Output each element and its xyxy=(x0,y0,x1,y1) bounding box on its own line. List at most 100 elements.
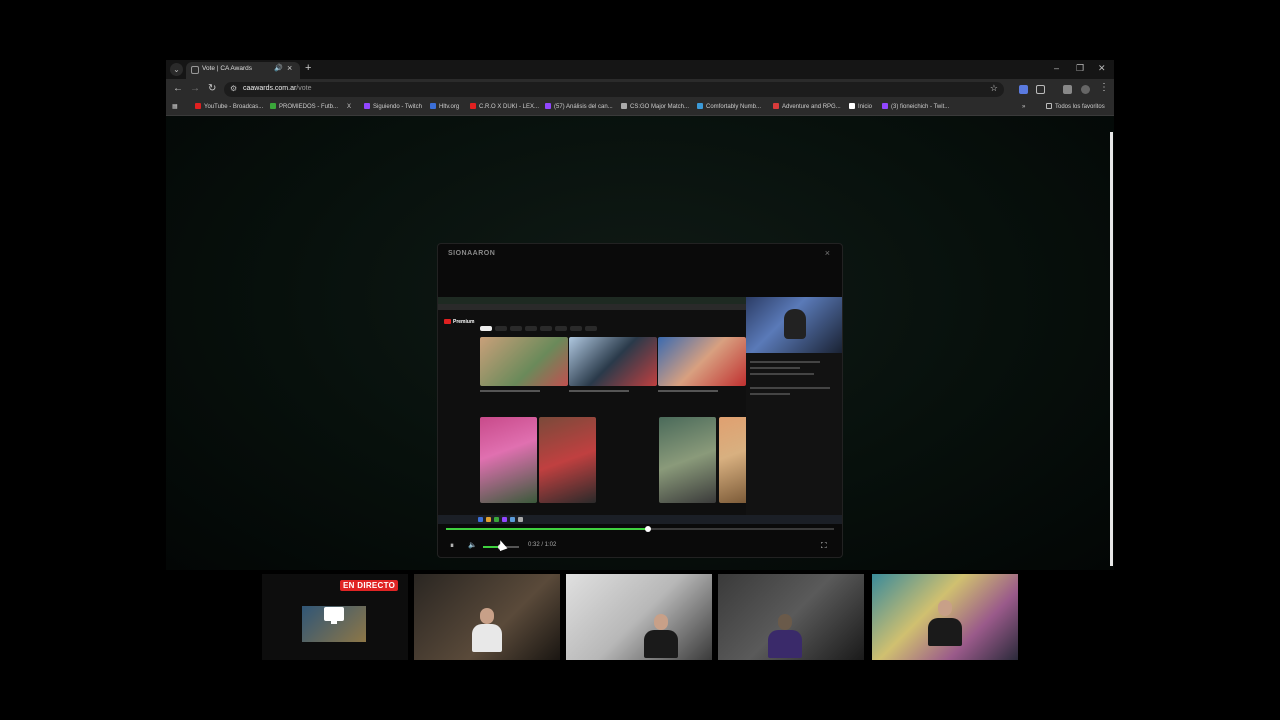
hltv-icon xyxy=(430,103,436,109)
url-path: /vote xyxy=(296,85,312,92)
chip xyxy=(540,326,552,331)
forward-icon[interactable]: → xyxy=(190,83,200,94)
folder-icon xyxy=(1046,103,1052,109)
bookmark-7[interactable]: CS:GO Major Match... xyxy=(621,102,689,113)
volume-icon[interactable]: 🔈 xyxy=(468,541,477,549)
bookmark-2[interactable]: X xyxy=(347,102,351,113)
video-meta xyxy=(480,390,540,392)
taskbar-icon xyxy=(486,517,491,522)
video-taskbar xyxy=(438,515,842,524)
chip xyxy=(510,326,522,331)
bookmark-5[interactable]: C.R.O X DUKI - LEX... xyxy=(470,102,539,113)
bookmark-8[interactable]: Comfortably Numb... xyxy=(697,102,761,113)
chat-line xyxy=(750,367,800,369)
chip xyxy=(495,326,507,331)
short-thumbnail xyxy=(480,417,537,503)
chat-line xyxy=(750,361,820,363)
csgo-icon xyxy=(621,103,627,109)
menu-icon[interactable]: ⋮ xyxy=(1099,82,1109,93)
fullscreen-icon[interactable]: ⛶ xyxy=(821,541,827,551)
video-thumbnail xyxy=(658,337,746,386)
seek-bar[interactable] xyxy=(446,526,834,532)
streamer-figure xyxy=(784,309,806,339)
video-youtube-page: Premium xyxy=(438,310,776,515)
chat-line xyxy=(750,393,790,395)
chat-line xyxy=(750,373,814,375)
seek-bar-handle[interactable] xyxy=(644,526,651,532)
taskbar-icon xyxy=(510,517,515,522)
person-head xyxy=(480,608,494,624)
video-meta xyxy=(569,390,629,392)
modal-title: SIONAARON xyxy=(448,250,496,257)
camera-tile[interactable] xyxy=(414,574,560,660)
camera-feed xyxy=(872,574,1018,660)
person-body xyxy=(472,624,502,652)
more-bookmarks-icon[interactable]: » xyxy=(1022,102,1025,113)
video-modal: SIONAARON × Premium ⏸ 🔈 0:32 / 1:02 ⛶ xyxy=(437,243,843,558)
promiedos-icon xyxy=(270,103,276,109)
stream-chat xyxy=(746,353,842,515)
video-inner-tabstrip xyxy=(438,297,746,304)
avatar[interactable] xyxy=(1081,85,1090,94)
extensions-puzzle-icon[interactable] xyxy=(1036,85,1045,94)
profile-icon[interactable] xyxy=(1063,85,1072,94)
taskbar-icon xyxy=(494,517,499,522)
person-body xyxy=(644,630,678,658)
chip xyxy=(570,326,582,331)
tab-audio-icon[interactable]: 🔊 xyxy=(274,64,283,72)
taskbar-icon xyxy=(478,517,483,522)
modal-close-icon[interactable]: × xyxy=(825,248,830,258)
extension-icon[interactable] xyxy=(1019,85,1028,94)
bookmark-1[interactable]: PROMIEDOS - Futb... xyxy=(270,102,338,113)
chip xyxy=(585,326,597,331)
tab-strip: ⌄ Vote | CA Awards 🔊 × + – ❐ ✕ xyxy=(166,60,1114,79)
short-thumbnail xyxy=(659,417,716,503)
bookmark-6[interactable]: (57) Análisis del can... xyxy=(545,102,613,113)
tab-close-icon[interactable]: × xyxy=(287,63,292,73)
chip xyxy=(525,326,537,331)
youtube-icon xyxy=(195,103,201,109)
minimize-icon[interactable]: – xyxy=(1054,63,1059,73)
camera-tile[interactable] xyxy=(718,574,864,660)
new-tab-icon[interactable]: + xyxy=(305,62,311,74)
apps-grid-icon[interactable]: ▦ xyxy=(172,102,178,113)
tab-favicon-icon xyxy=(191,66,199,74)
site-info-icon[interactable]: ⚙ xyxy=(230,84,237,93)
close-window-icon[interactable]: ✕ xyxy=(1098,63,1106,74)
all-bookmarks-folder[interactable]: Todos los favoritos xyxy=(1046,102,1105,113)
camera-strip: EN DIRECTO xyxy=(262,574,1020,660)
person-head xyxy=(654,614,668,630)
reload-icon[interactable]: ↻ xyxy=(208,83,216,94)
tab-search-icon[interactable]: ⌄ xyxy=(170,63,183,76)
twitch-icon xyxy=(545,103,551,109)
video-meta xyxy=(658,390,718,392)
bookmark-10[interactable]: Inicio xyxy=(849,102,872,113)
seek-bar-progress xyxy=(446,528,648,530)
page-scrollbar[interactable] xyxy=(1110,132,1113,566)
camera-tile[interactable] xyxy=(872,574,1018,660)
bookmark-11[interactable]: (3) fioneichich - Twit... xyxy=(882,102,949,113)
streamer-webcam xyxy=(746,297,842,353)
browser-window: ⌄ Vote | CA Awards 🔊 × + – ❐ ✕ ← → ↻ ⚙ c… xyxy=(166,60,1114,570)
video-frame[interactable]: Premium xyxy=(438,297,842,524)
restore-icon[interactable]: ❐ xyxy=(1076,63,1084,74)
url-field[interactable]: ⚙ caawards.com.ar/vote ☆ xyxy=(224,82,1004,97)
back-icon[interactable]: ← xyxy=(173,83,183,94)
person-body xyxy=(768,630,802,658)
tab-vote-ca-awards[interactable]: Vote | CA Awards 🔊 × xyxy=(186,62,300,79)
camera-tile[interactable] xyxy=(566,574,712,660)
bookmark-3[interactable]: Siguiendo - Twitch xyxy=(364,102,422,113)
chat-line xyxy=(750,387,830,389)
page-content: SIONAARON × Premium ⏸ 🔈 0:32 / 1:02 ⛶ xyxy=(166,116,1114,570)
game-icon xyxy=(773,103,779,109)
address-bar-row: ← → ↻ ⚙ caawards.com.ar/vote ☆ ⋮ xyxy=(166,79,1114,100)
chip xyxy=(480,326,492,331)
bookmark-4[interactable]: Hltv.org xyxy=(430,102,459,113)
bookmark-9[interactable]: Adventure and RPG... xyxy=(773,102,841,113)
bookmark-0[interactable]: YouTube - Broadcas... xyxy=(195,102,263,113)
live-badge: EN DIRECTO xyxy=(340,580,399,591)
pause-icon[interactable]: ⏸ xyxy=(450,541,454,551)
camera-tile-screenshare[interactable]: EN DIRECTO xyxy=(262,574,408,660)
x-icon xyxy=(849,103,855,109)
bookmark-star-icon[interactable]: ☆ xyxy=(990,83,998,94)
